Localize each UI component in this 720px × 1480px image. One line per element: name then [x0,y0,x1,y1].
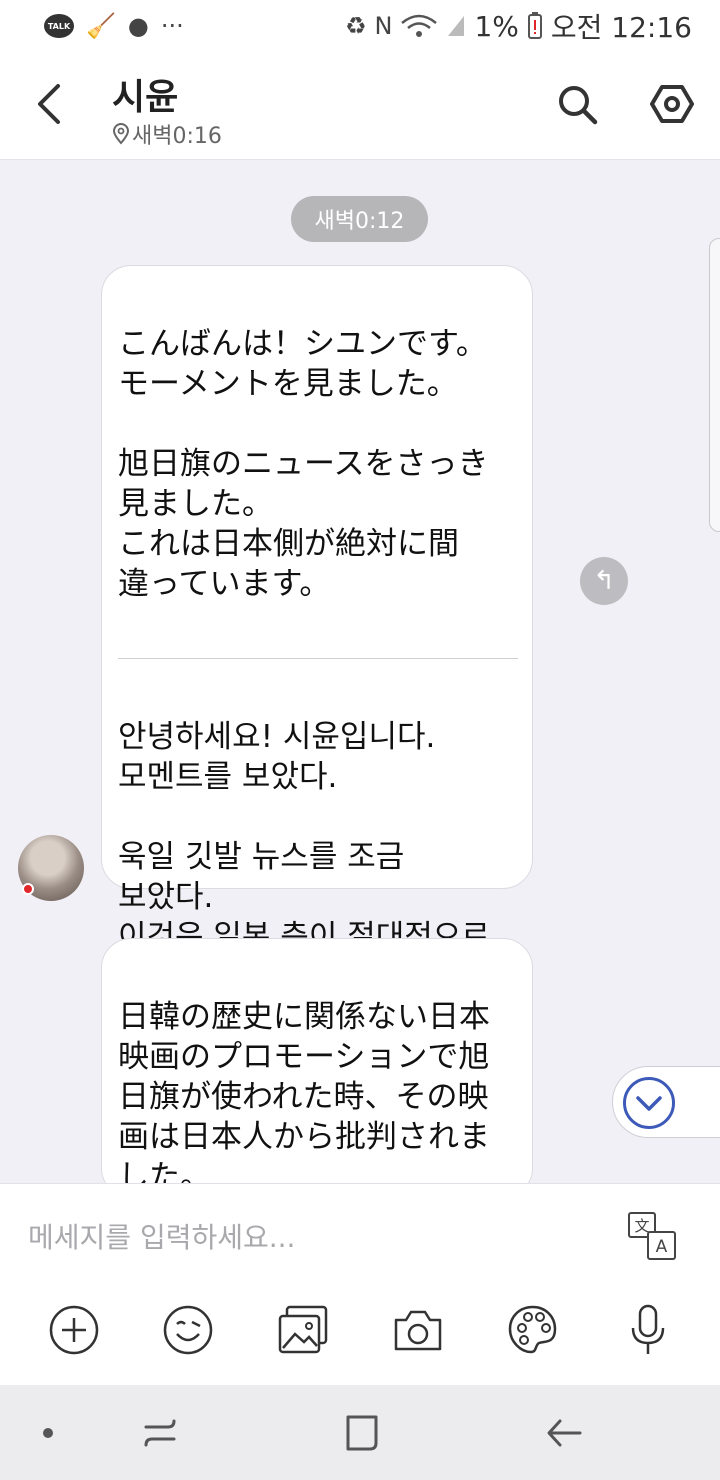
nfc-icon: N [374,12,393,40]
translate-icon[interactable]: 文 A [626,1210,678,1262]
message-original-text: 日韓の歴史に関係ない日本 映画のプロモーションで旭 日旗が使われた時、その映 画… [118,999,490,1195]
gallery-icon[interactable] [277,1304,329,1356]
message-bubble[interactable]: 日韓の歴史に関係ない日本 映画のプロモーションで旭 日旗が使われた時、その映 画… [101,938,533,1198]
home-icon[interactable] [342,1413,382,1453]
edge-panel-handle[interactable] [709,238,720,532]
translation-divider [118,658,518,659]
system-status: ♻ N 1% 오전 12:16 [345,6,692,46]
chat-title: 시윤 [112,77,179,118]
emoticon-icon[interactable] [162,1304,214,1356]
search-icon[interactable] [555,82,599,126]
chat-subtitle: 새벽0:16 [112,118,222,150]
message-composer: 文 A [0,1183,720,1385]
settings-hexagon-icon[interactable] [650,82,694,126]
online-status-dot [22,883,34,895]
chevron-down-icon [623,1077,675,1129]
recycle-icon: ♻ [344,12,367,40]
battery-icon [527,12,542,39]
chat-header: 시윤 새벽0:16 [0,52,720,160]
signal-icon [448,16,465,36]
status-bar: TALK 🧹 ● ··· ♻ N 1% 오전 12:16 [0,0,720,52]
message-original-text: こんばんは！シユンです。 モーメントを見ました。 旭日旗のニュースをさっき 見ま… [118,326,489,602]
broom-icon: 🧹 [86,12,116,40]
message-input[interactable] [28,1212,588,1262]
composer-toolbar [0,1304,720,1364]
message-bubble[interactable]: こんばんは！シユンです。 モーメントを見ました。 旭日旗のニュースをさっき 見ま… [101,265,533,995]
talk-icon: TALK [44,14,74,38]
recent-apps-icon[interactable] [140,1413,180,1453]
camera-icon[interactable] [392,1304,444,1356]
battery-percent: 1% [474,9,519,43]
notification-icons: TALK 🧹 ● ··· [44,12,184,40]
back-arrow-icon[interactable] [28,78,72,130]
nav-dot-icon[interactable] [28,1413,68,1453]
date-chip: 새벽0:12 [291,196,428,242]
nav-back-icon[interactable] [544,1413,584,1453]
system-nav-bar [0,1385,720,1480]
more-dots-icon: ··· [160,12,184,40]
clock: 오전 12:16 [550,11,692,44]
microphone-icon[interactable] [622,1304,674,1356]
reply-icon[interactable]: ↰ [580,557,628,605]
last-seen-time: 새벽0:16 [132,124,222,149]
svg-text:A: A [656,1237,668,1257]
chat-bubble-icon: ● [127,12,149,40]
palette-icon[interactable] [507,1304,559,1356]
svg-text:文: 文 [634,1217,649,1235]
location-pin-icon [112,123,130,145]
scroll-to-bottom-button[interactable] [612,1066,720,1138]
wifi-icon [401,14,438,37]
add-icon[interactable] [48,1304,100,1356]
